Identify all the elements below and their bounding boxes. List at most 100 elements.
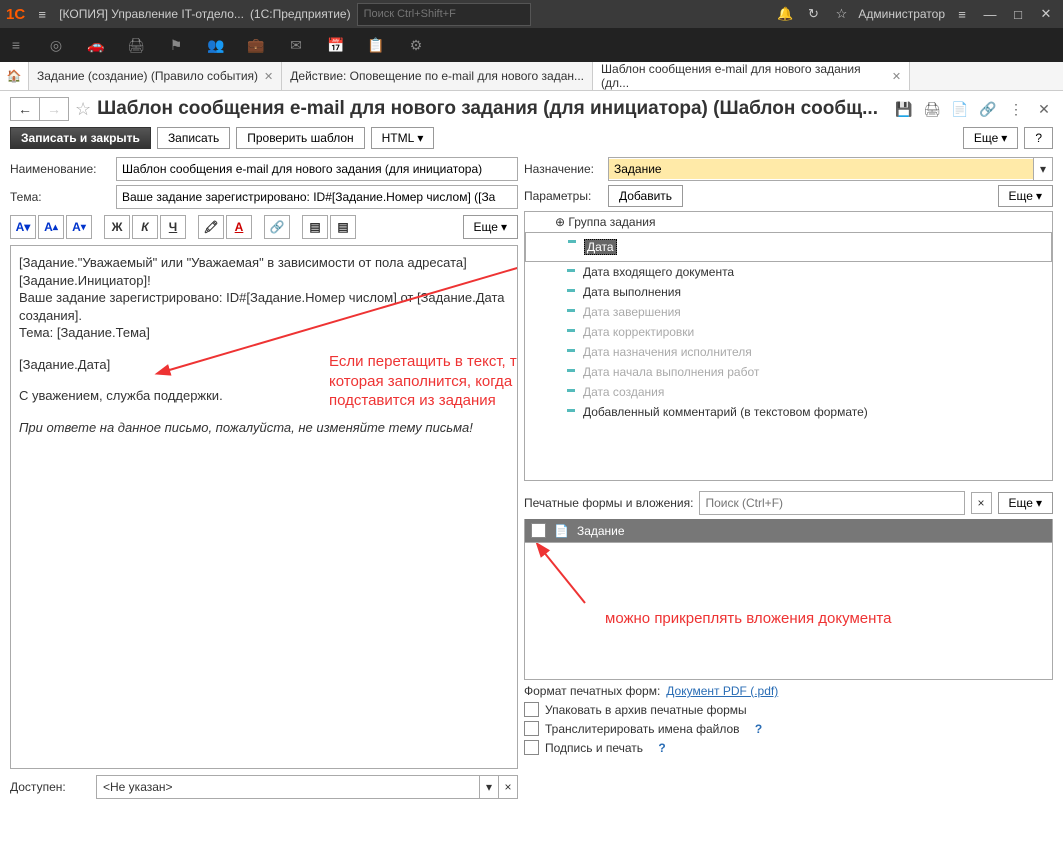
calendar-icon[interactable]: 📅 [326,37,346,54]
tab-template[interactable]: Шаблон сообщения e-mail для нового задан… [593,62,910,90]
body-editor[interactable]: [Задание."Уважаемый" или "Уважаемая" в з… [10,245,518,769]
list-bullet-button[interactable]: ▤ [302,215,328,239]
history-icon[interactable]: ↻ [802,6,824,22]
tree-item[interactable]: Дата создания [525,382,1052,402]
dest-label: Назначение: [524,162,604,176]
home-tab[interactable]: 🏠 [0,62,29,90]
list-number-button[interactable]: ▤ [330,215,356,239]
translit-label: Транслитерировать имена файлов [545,722,740,736]
subject-label: Тема: [10,190,112,204]
insert-link-button[interactable]: 🔗 [264,215,290,239]
attach-checkbox[interactable] [531,523,546,538]
app-logo: 1C [6,6,25,23]
name-input[interactable] [116,157,518,181]
flag-icon[interactable]: ⚑ [166,37,186,54]
editor-line: Ваше задание зарегистрировано: ID#[Задан… [19,289,509,324]
mail-icon[interactable]: ✉ [286,37,306,54]
close-window-icon[interactable]: ✕ [1035,6,1057,22]
prints-search-input[interactable] [699,491,964,515]
params-more-button[interactable]: Еще▾ [998,185,1053,207]
clipboard-icon[interactable]: 📋 [366,37,386,54]
minimize-icon[interactable]: — [979,7,1001,22]
font-increase-button[interactable]: A▴ [38,215,64,239]
html-dropdown[interactable]: HTML▾ [371,127,435,149]
add-button[interactable]: Добавить [608,185,683,207]
bell-icon[interactable]: 🔔 [774,6,796,22]
tab-label: Действие: Оповещение по e-mail для новог… [290,69,584,83]
color-button[interactable]: A [226,215,252,239]
clear-icon[interactable]: × [498,776,517,798]
tab-action[interactable]: Действие: Оповещение по e-mail для новог… [282,62,593,90]
report-icon[interactable]: 📄 [951,101,969,118]
attachments-area: можно прикреплять вложения документа [524,543,1053,680]
help-button[interactable]: ? [1024,127,1053,149]
editor-line: При ответе на данное письмо, пожалуйста,… [19,419,509,437]
lifebuoy-icon[interactable]: ◎ [46,37,66,54]
users-icon[interactable]: 👥 [206,37,226,54]
bold-button[interactable]: Ж [104,215,130,239]
italic-button[interactable]: К [132,215,158,239]
tree-item[interactable]: Дата начала выполнения работ [525,362,1052,382]
favorite-icon[interactable]: ☆ [75,99,91,120]
pack-checkbox[interactable] [524,702,539,717]
editor-more-button[interactable]: Еще▾ [463,215,518,239]
print-icon[interactable]: 🖨 [126,37,146,54]
settings-icon[interactable]: ≡ [951,7,973,22]
menu-icon[interactable]: ≡ [31,7,53,22]
translit-checkbox[interactable] [524,721,539,736]
format-link[interactable]: Документ PDF (.pdf) [666,684,778,698]
dest-select[interactable]: ▾ [608,157,1053,181]
tree-item[interactable]: Дата завершения [525,302,1052,322]
print-icon[interactable]: 🖨 [923,101,941,118]
attachment-row[interactable]: 📄 Задание [524,519,1053,543]
platform-label: (1С:Предприятие) [250,7,351,21]
maximize-icon[interactable]: □ [1007,7,1029,22]
sign-checkbox[interactable] [524,740,539,755]
annotation-drag: Если перетащить в текст, то получим пере… [329,352,518,411]
write-button[interactable]: Записать [157,127,230,149]
subject-input[interactable] [116,185,518,209]
tree-item[interactable]: Дата выполнения [525,282,1052,302]
gear-icon[interactable]: ⚙ [406,37,426,54]
star-icon[interactable]: ☆ [830,6,852,22]
car-icon[interactable]: 🚗 [86,37,106,54]
more-button[interactable]: Еще▾ [963,127,1018,149]
prints-label: Печатные формы и вложения: [524,496,693,510]
help-icon[interactable]: ? [658,741,665,755]
access-select[interactable]: <Не указан> ▾ × [96,775,518,799]
menu-icon[interactable]: ≡ [6,37,26,53]
link-icon[interactable]: 🔗 [979,101,997,118]
nav-back-icon[interactable]: ← [11,98,39,120]
briefcase-icon[interactable]: 💼 [246,37,266,54]
more-icon[interactable]: ⋮ [1007,101,1025,118]
close-icon[interactable]: ✕ [1035,101,1053,118]
underline-button[interactable]: Ч [160,215,186,239]
chevron-down-icon[interactable]: ▾ [479,776,498,798]
prints-more-button[interactable]: Еще▾ [998,492,1053,514]
tab-label: Шаблон сообщения e-mail для нового задан… [601,62,886,90]
tree-item[interactable]: Добавленный комментарий (в текстовом фор… [525,402,1052,422]
tree-root[interactable]: ⊕ Группа задания [525,212,1052,232]
font-decrease-button[interactable]: A▾ [66,215,92,239]
tree-item[interactable]: Дата назначения исполнителя [525,342,1052,362]
global-search-input[interactable] [357,3,531,26]
chevron-down-icon[interactable]: ▾ [1033,158,1052,180]
editor-toolbar: A▾ A▴ A▾ Ж К Ч 🖍 A 🔗 ▤ ▤ Еще▾ [10,215,518,239]
check-template-button[interactable]: Проверить шаблон [236,127,364,149]
help-icon[interactable]: ? [755,722,762,736]
clear-search-icon[interactable]: × [971,492,992,514]
save-icon[interactable]: 💾 [895,101,913,118]
tree-item[interactable]: Дата корректировки [525,322,1052,342]
params-tree[interactable]: ⊕ Группа задания Дата Дата входящего док… [524,211,1053,481]
tree-item[interactable]: Дата входящего документа [525,262,1052,282]
highlight-button[interactable]: 🖍 [198,215,224,239]
close-icon[interactable]: ✕ [264,70,273,83]
write-close-button[interactable]: Записать и закрыть [10,127,151,149]
dest-input[interactable] [609,159,1033,179]
nav-fwd-icon[interactable]: → [39,98,68,120]
doc-icon: 📄 [554,524,569,538]
tab-task[interactable]: Задание (создание) (Правило события)✕ [29,62,282,90]
font-button[interactable]: A▾ [10,215,36,239]
close-icon[interactable]: ✕ [892,70,901,83]
tree-item[interactable]: Дата [525,232,1052,262]
